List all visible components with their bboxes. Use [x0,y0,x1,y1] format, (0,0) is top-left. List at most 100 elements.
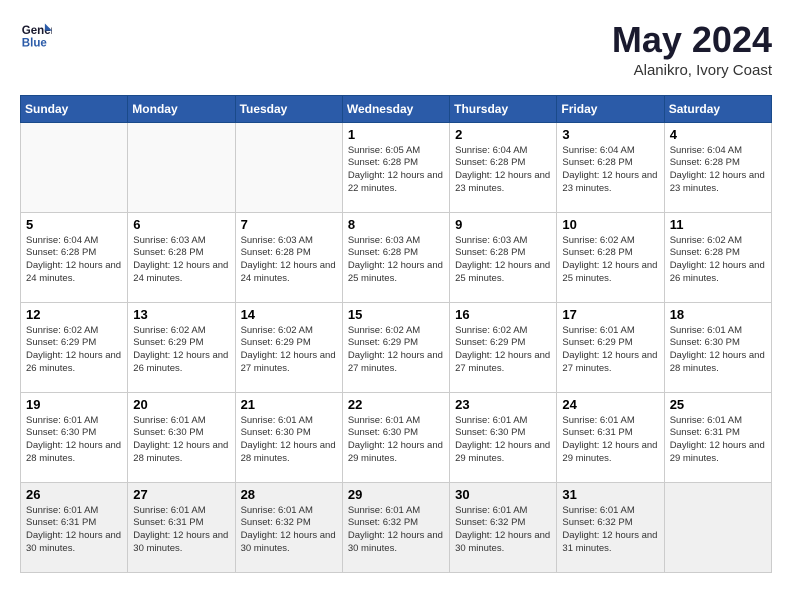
calendar-cell: 10Sunrise: 6:02 AM Sunset: 6:28 PM Dayli… [557,212,664,302]
calendar-cell: 2 Sunrise: 6:04 AM Sunset: 6:28 PM Daylig… [450,122,557,212]
col-friday: Friday [557,95,664,122]
cell-info: Sunrise: 6:01 AM Sunset: 6:32 PM Dayligh… [241,505,337,556]
calendar-cell [235,122,342,212]
calendar-cell: 14 Sunrise: 6:02 AM Sunset: 6:29 PM Dayli… [235,302,342,392]
day-number: 18 [670,307,766,322]
day-number: 30 [455,487,551,502]
logo: General Blue [20,20,52,52]
day-number: 24 [562,397,658,412]
svg-text:Blue: Blue [22,38,48,50]
calendar-cell: 24Sunrise: 6:01 AM Sunset: 6:31 PM Dayli… [557,392,664,482]
day-number: 8 [348,217,444,232]
cell-info: Sunrise: 6:02 AM Sunset: 6:29 PM Dayligh… [26,325,122,376]
calendar-cell: 15 Sunrise: 6:02 AM Sunset: 6:29 PM Dayli… [342,302,449,392]
day-number: 19 [26,397,122,412]
calendar-cell: 6 Sunrise: 6:03 AM Sunset: 6:28 PM Daylig… [128,212,235,302]
day-number: 20 [133,397,229,412]
cell-info: Sunrise: 6:05 AM Sunset: 6:28 PM Dayligh… [348,145,444,196]
header-row: Sunday Monday Tuesday Wednesday Thursday… [21,95,772,122]
calendar-cell: 1 Sunrise: 6:05 AM Sunset: 6:28 PM Daylig… [342,122,449,212]
day-number: 13 [133,307,229,322]
logo-icon: General Blue [20,20,52,52]
col-monday: Monday [128,95,235,122]
calendar-cell: 25 Sunrise: 6:01 AM Sunset: 6:31 PM Dayli… [664,392,771,482]
calendar-cell: 5 Sunrise: 6:04 AM Sunset: 6:28 PM Daylig… [21,212,128,302]
cell-info: Sunrise: 6:01 AM Sunset: 6:32 PM Dayligh… [348,505,444,556]
day-number: 27 [133,487,229,502]
calendar-cell: 19 Sunrise: 6:01 AM Sunset: 6:30 PM Dayli… [21,392,128,482]
day-number: 17 [562,307,658,322]
calendar-cell: 20 Sunrise: 6:01 AM Sunset: 6:30 PM Dayli… [128,392,235,482]
day-number: 23 [455,397,551,412]
cell-info: Sunrise: 6:01 AM Sunset: 6:29 PM Dayligh… [562,325,658,376]
calendar-cell: 17 Sunrise: 6:01 AM Sunset: 6:29 PM Dayli… [557,302,664,392]
cell-info: Sunrise: 6:02 AM Sunset: 6:29 PM Dayligh… [455,325,551,376]
header: General Blue May 2024 Alanikro, Ivory Co… [20,20,772,79]
col-saturday: Saturday [664,95,771,122]
calendar-cell: 21Sunrise: 6:01 AM Sunset: 6:30 PM Dayli… [235,392,342,482]
day-number: 31 [562,487,658,502]
calendar-cell: 16 Sunrise: 6:02 AM Sunset: 6:29 PM Dayli… [450,302,557,392]
calendar-cell: 12 Sunrise: 6:02 AM Sunset: 6:29 PM Dayli… [21,302,128,392]
day-number: 4 [670,127,766,142]
col-tuesday: Tuesday [235,95,342,122]
day-number: 21 [241,397,337,412]
day-number: 12 [26,307,122,322]
cell-info: Sunrise: 6:01 AM Sunset: 6:30 PM Dayligh… [670,325,766,376]
day-number: 2 [455,127,551,142]
cell-info: Sunrise: 6:04 AM Sunset: 6:28 PM Dayligh… [455,145,551,196]
cell-info: Sunrise: 6:01 AM Sunset: 6:31 PM Dayligh… [26,505,122,556]
cell-info: Sunrise: 6:01 AM Sunset: 6:30 PM Dayligh… [455,415,551,466]
location: Alanikro, Ivory Coast [612,62,772,79]
cell-info: Sunrise: 6:01 AM Sunset: 6:30 PM Dayligh… [26,415,122,466]
week-row-3: 12 Sunrise: 6:02 AM Sunset: 6:29 PM Dayli… [21,302,772,392]
day-number: 5 [26,217,122,232]
calendar-cell: 18 Sunrise: 6:01 AM Sunset: 6:30 PM Dayli… [664,302,771,392]
day-number: 3 [562,127,658,142]
calendar-cell: 8 Sunrise: 6:03 AM Sunset: 6:28 PM Daylig… [342,212,449,302]
day-number: 16 [455,307,551,322]
cell-info: Sunrise: 6:03 AM Sunset: 6:28 PM Dayligh… [133,235,229,286]
cell-info: Sunrise: 6:01 AM Sunset: 6:32 PM Dayligh… [455,505,551,556]
cell-info: Sunrise: 6:03 AM Sunset: 6:28 PM Dayligh… [455,235,551,286]
day-number: 1 [348,127,444,142]
cell-info: Sunrise: 6:01 AM Sunset: 6:31 PM Dayligh… [670,415,766,466]
calendar-cell [128,122,235,212]
day-number: 14 [241,307,337,322]
calendar-table: Sunday Monday Tuesday Wednesday Thursday… [20,95,772,573]
cell-info: Sunrise: 6:03 AM Sunset: 6:28 PM Dayligh… [348,235,444,286]
calendar-cell: 22Sunrise: 6:01 AM Sunset: 6:30 PM Dayli… [342,392,449,482]
day-number: 15 [348,307,444,322]
calendar-cell: 27 Sunrise: 6:01 AM Sunset: 6:31 PM Dayli… [128,482,235,572]
calendar-cell [21,122,128,212]
calendar-cell: 31 Sunrise: 6:01 AM Sunset: 6:32 PM Dayli… [557,482,664,572]
day-number: 10 [562,217,658,232]
month-year: May 2024 [612,20,772,60]
day-number: 26 [26,487,122,502]
cell-info: Sunrise: 6:02 AM Sunset: 6:29 PM Dayligh… [348,325,444,376]
col-sunday: Sunday [21,95,128,122]
cell-info: Sunrise: 6:03 AM Sunset: 6:28 PM Dayligh… [241,235,337,286]
calendar-cell [664,482,771,572]
cell-info: Sunrise: 6:01 AM Sunset: 6:32 PM Dayligh… [562,505,658,556]
cell-info: Sunrise: 6:01 AM Sunset: 6:31 PM Dayligh… [133,505,229,556]
calendar-cell: 29Sunrise: 6:01 AM Sunset: 6:32 PM Dayli… [342,482,449,572]
title-area: May 2024 Alanikro, Ivory Coast [612,20,772,79]
day-number: 25 [670,397,766,412]
calendar-cell: 30 Sunrise: 6:01 AM Sunset: 6:32 PM Dayli… [450,482,557,572]
day-number: 6 [133,217,229,232]
col-wednesday: Wednesday [342,95,449,122]
day-number: 22 [348,397,444,412]
cell-info: Sunrise: 6:02 AM Sunset: 6:29 PM Dayligh… [241,325,337,376]
cell-info: Sunrise: 6:04 AM Sunset: 6:28 PM Dayligh… [26,235,122,286]
calendar-cell: 26 Sunrise: 6:01 AM Sunset: 6:31 PM Dayli… [21,482,128,572]
calendar-container: General Blue May 2024 Alanikro, Ivory Co… [0,0,792,583]
day-number: 11 [670,217,766,232]
calendar-cell: 23 Sunrise: 6:01 AM Sunset: 6:30 PM Dayli… [450,392,557,482]
day-number: 9 [455,217,551,232]
col-thursday: Thursday [450,95,557,122]
calendar-cell: 7 Sunrise: 6:03 AM Sunset: 6:28 PM Daylig… [235,212,342,302]
day-number: 7 [241,217,337,232]
cell-info: Sunrise: 6:01 AM Sunset: 6:30 PM Dayligh… [133,415,229,466]
week-row-4: 19 Sunrise: 6:01 AM Sunset: 6:30 PM Dayli… [21,392,772,482]
